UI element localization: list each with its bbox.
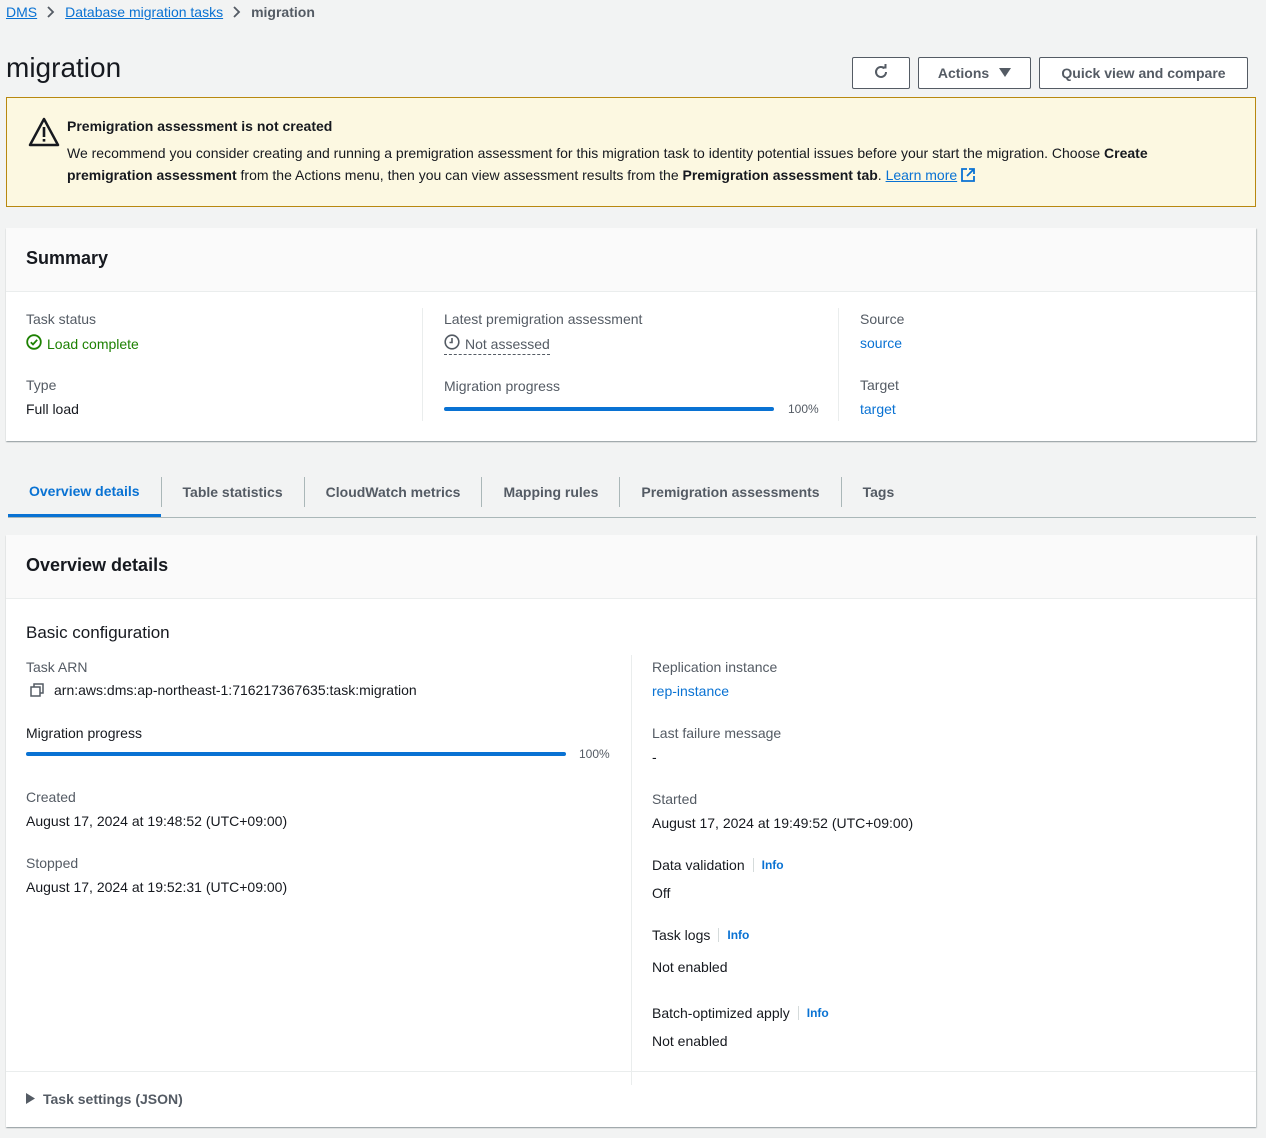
overview-progress-percent: 100% <box>579 747 610 761</box>
task-logs-info-link[interactable]: Info <box>718 928 749 942</box>
replication-instance-label: Replication instance <box>652 659 778 675</box>
alert-title: Premigration assessment is not created <box>67 118 333 134</box>
chevron-right-icon <box>233 6 241 18</box>
last-failure-label: Last failure message <box>652 725 782 741</box>
refresh-icon <box>873 63 889 83</box>
overview-panel: Overview details Basic configuration Tas… <box>6 535 1256 1127</box>
type-label: Type <box>26 377 57 393</box>
summary-column-endpoints: Source source Target target <box>860 308 1240 421</box>
task-status-label: Task status <box>26 311 97 327</box>
assessment-text: Not assessed <box>465 335 550 352</box>
breadcrumb-current: migration <box>251 4 315 20</box>
overview-progress-bar <box>26 752 566 756</box>
batch-apply-label: Batch-optimized apply <box>652 1005 790 1021</box>
summary-column-status: Task status Load complete Type Full load <box>26 308 423 421</box>
assessment-value[interactable]: Not assessed <box>444 334 550 355</box>
source-label: Source <box>860 311 905 327</box>
caret-down-icon <box>999 65 1012 81</box>
alert-bold-text: Premigration assessment tab <box>682 167 878 183</box>
started-value: August 17, 2024 at 19:49:52 (UTC+09:00) <box>652 815 914 831</box>
alert-text: . <box>877 167 886 183</box>
breadcrumb: DMS Database migration tasks migration <box>6 4 315 20</box>
started-label: Started <box>652 791 698 807</box>
assessment-label: Latest premigration assessment <box>444 311 643 327</box>
learn-more-label: Learn more <box>885 167 958 183</box>
overview-progress-label: Migration progress <box>26 725 142 741</box>
actions-button[interactable]: Actions <box>918 57 1031 89</box>
data-validation-info-link[interactable]: Info <box>752 858 784 872</box>
basic-configuration-heading: Basic configuration <box>26 623 170 642</box>
stopped-value: August 17, 2024 at 19:52:31 (UTC+09:00) <box>26 879 288 895</box>
learn-more-link[interactable]: Learn more <box>886 167 958 183</box>
breadcrumb-migration-tasks[interactable]: Database migration tasks <box>65 4 223 20</box>
tab-table-statistics[interactable]: Table statistics <box>162 467 304 517</box>
summary-progress-percent: 100% <box>788 402 819 416</box>
external-link-icon <box>961 167 975 183</box>
summary-header: Summary <box>6 228 1256 292</box>
task-arn-value: arn:aws:dms:ap-northeast-1:716217367635:… <box>30 682 417 698</box>
warning-icon <box>28 117 60 150</box>
data-validation-label-row: Data validation Info <box>652 857 784 873</box>
source-link[interactable]: source <box>860 335 902 351</box>
batch-apply-value: Not enabled <box>652 1033 728 1049</box>
alert-body: We recommend you consider creating and r… <box>67 142 1217 186</box>
alert-text: We recommend you consider creating and r… <box>67 145 1105 161</box>
tab-bar: Overview details Table statistics CloudW… <box>8 467 1256 518</box>
created-value: August 17, 2024 at 19:48:52 (UTC+09:00) <box>26 813 288 829</box>
divider <box>6 1071 1256 1072</box>
copy-icon[interactable] <box>30 683 44 697</box>
tab-overview-details[interactable]: Overview details <box>8 467 161 517</box>
actions-label: Actions <box>937 65 990 81</box>
task-settings-expander[interactable]: Task settings (JSON) <box>26 1091 183 1107</box>
tab-mapping-rules[interactable]: Mapping rules <box>482 467 619 517</box>
summary-progress-label: Migration progress <box>444 378 560 394</box>
overview-header: Overview details <box>6 535 1256 599</box>
clock-icon <box>444 334 460 353</box>
summary-column-assessment: Latest premigration assessment Not asses… <box>444 308 839 421</box>
task-logs-label-row: Task logs Info <box>652 927 749 943</box>
task-logs-value: Not enabled <box>652 959 728 975</box>
stopped-label: Stopped <box>26 855 79 871</box>
data-validation-label: Data validation <box>652 857 745 873</box>
task-arn-label: Task ARN <box>26 659 88 675</box>
task-status-text: Load complete <box>47 335 139 352</box>
created-label: Created <box>26 789 76 805</box>
task-logs-label: Task logs <box>652 927 711 943</box>
chevron-right-icon <box>47 6 55 18</box>
last-failure-value: - <box>652 749 657 765</box>
summary-heading: Summary <box>26 248 109 268</box>
summary-progress-bar <box>444 407 774 411</box>
breadcrumb-dms[interactable]: DMS <box>6 4 37 20</box>
batch-apply-label-row: Batch-optimized apply Info <box>652 1005 829 1021</box>
type-value: Full load <box>26 401 79 417</box>
target-label: Target <box>860 377 899 393</box>
batch-apply-info-link[interactable]: Info <box>797 1006 829 1020</box>
alert-text: from the Actions menu, then you can view… <box>236 167 683 183</box>
refresh-button[interactable] <box>852 57 910 89</box>
caret-right-icon <box>26 1091 35 1107</box>
task-settings-label: Task settings (JSON) <box>43 1091 183 1107</box>
tab-cloudwatch-metrics[interactable]: CloudWatch metrics <box>305 467 482 517</box>
overview-column-left: Task ARN arn:aws:dms:ap-northeast-1:7162… <box>26 655 632 1085</box>
quick-view-button[interactable]: Quick view and compare <box>1039 57 1248 89</box>
page-title: migration <box>6 52 122 83</box>
summary-panel: Summary Task status Load complete Type F… <box>6 228 1256 441</box>
task-arn-text: arn:aws:dms:ap-northeast-1:716217367635:… <box>54 682 417 698</box>
target-link[interactable]: target <box>860 401 896 417</box>
tab-tags[interactable]: Tags <box>842 467 916 517</box>
replication-instance-link[interactable]: rep-instance <box>652 683 729 699</box>
premigration-alert: Premigration assessment is not created W… <box>6 97 1256 207</box>
task-status-value: Load complete <box>26 334 139 353</box>
overview-heading: Overview details <box>26 555 169 575</box>
tab-premigration-assessments[interactable]: Premigration assessments <box>620 467 840 517</box>
overview-column-right: Replication instance rep-instance Last f… <box>652 655 1232 1085</box>
success-icon <box>26 334 42 353</box>
data-validation-value: Off <box>652 885 671 901</box>
